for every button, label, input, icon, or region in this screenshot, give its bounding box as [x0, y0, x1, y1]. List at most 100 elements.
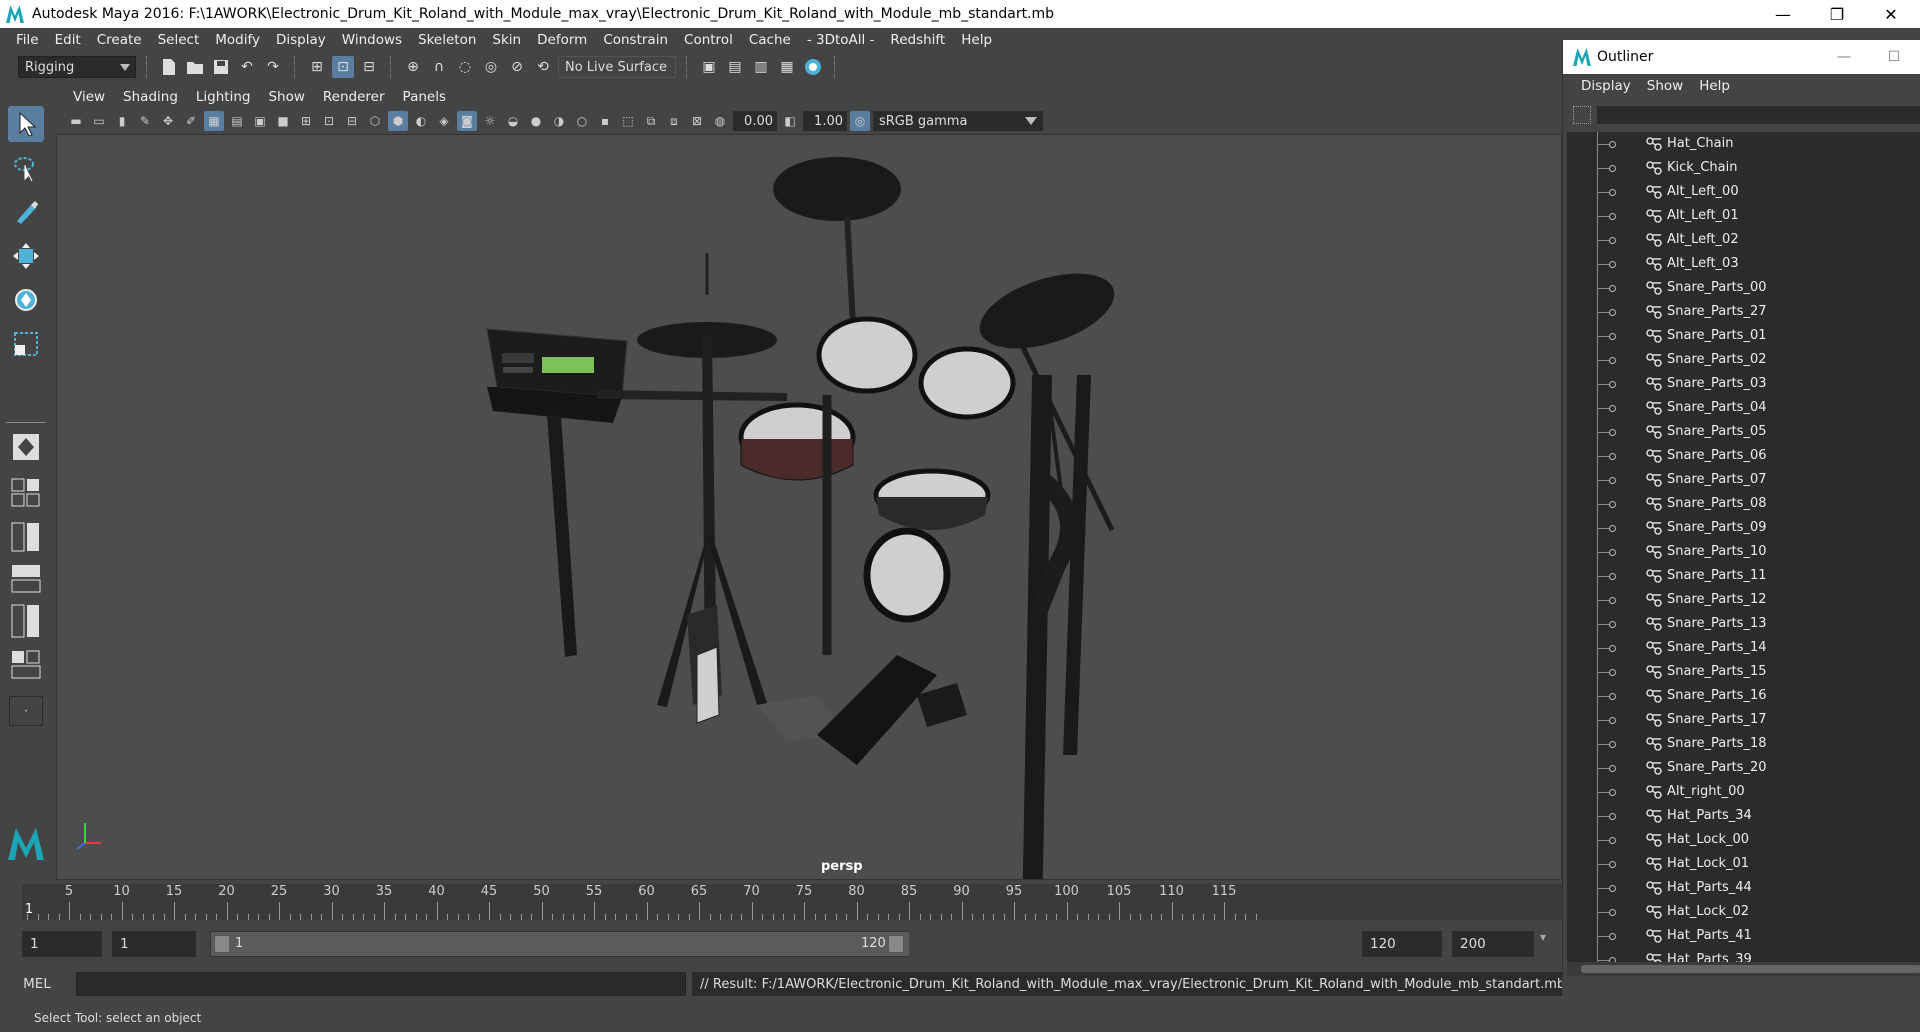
outliner-menu-help[interactable]: Help [1691, 78, 1738, 94]
tree-node-icon[interactable] [1609, 237, 1616, 244]
menu-help[interactable]: Help [953, 32, 1000, 48]
outliner-item[interactable]: Hat_Parts_34 [1567, 804, 1920, 828]
tree-node-icon[interactable] [1609, 645, 1616, 652]
time-slider[interactable]: 5 10 15 20 25 30 35 40 45 50 55 60 65 70 75 80 85 90 95 100… [0, 882, 1562, 922]
outliner-item[interactable]: Snare_Parts_27 [1567, 300, 1920, 324]
camera-tools-icon[interactable]: ✥ [158, 111, 178, 131]
time-ruler[interactable]: 5 10 15 20 25 30 35 40 45 50 55 60 65 70 75 80 85 90 95 100… [22, 884, 1562, 920]
command-input[interactable] [76, 972, 686, 996]
tree-node-icon[interactable] [1609, 453, 1616, 460]
tree-node-icon[interactable] [1609, 333, 1616, 340]
outliner-item[interactable]: Snare_Parts_09 [1567, 516, 1920, 540]
save-scene-icon[interactable] [210, 56, 232, 78]
tree-node-icon[interactable] [1609, 141, 1616, 148]
tree-node-icon[interactable] [1609, 765, 1616, 772]
resolution-gate-icon[interactable]: ▣ [250, 111, 270, 131]
menu-create[interactable]: Create [89, 32, 150, 48]
tree-node-icon[interactable] [1609, 165, 1616, 172]
single-pane-layout-icon[interactable] [10, 434, 42, 460]
tree-node-icon[interactable] [1609, 477, 1616, 484]
snap-live-icon[interactable]: ⊘ [506, 56, 528, 78]
grid-icon[interactable]: ▦ [204, 111, 224, 131]
playback-end-field[interactable]: 120 [1362, 931, 1442, 957]
field-chart-icon[interactable]: ⊞ [296, 111, 316, 131]
panel-menu-view[interactable]: View [64, 89, 114, 105]
outliner-item[interactable]: Snare_Parts_05 [1567, 420, 1920, 444]
render-view-icon[interactable]: ▣ [698, 56, 720, 78]
outliner-item[interactable]: Alt_Left_01 [1567, 204, 1920, 228]
playback-start-field[interactable]: 1 [112, 931, 196, 957]
outliner-item[interactable]: Snare_Parts_04 [1567, 396, 1920, 420]
menu-3dtoall[interactable]: - 3DtoAll - [799, 32, 883, 48]
tree-node-icon[interactable] [1609, 789, 1616, 796]
motion-blur-icon[interactable]: ◑ [549, 111, 569, 131]
snap-view-plane-icon[interactable]: ◎ [480, 56, 502, 78]
xray-joints-icon[interactable]: ⧈ [664, 111, 684, 131]
outliner-item[interactable]: Snare_Parts_08 [1567, 492, 1920, 516]
menu-constrain[interactable]: Constrain [595, 32, 676, 48]
outliner-item[interactable]: Snare_Parts_03 [1567, 372, 1920, 396]
tree-node-icon[interactable] [1609, 525, 1616, 532]
outliner-item[interactable]: Snare_Parts_07 [1567, 468, 1920, 492]
shade-selected-icon[interactable]: ◐ [411, 111, 431, 131]
menu-edit[interactable]: Edit [47, 32, 89, 48]
outliner-item[interactable]: Hat_Lock_00 [1567, 828, 1920, 852]
four-pane-layout-icon[interactable] [10, 478, 42, 507]
panel-menu-show[interactable]: Show [259, 89, 313, 105]
tree-node-icon[interactable] [1609, 573, 1616, 580]
outliner-item[interactable]: Hat_Parts_39 [1567, 948, 1920, 962]
grease-pencil-icon[interactable]: ✎ [135, 111, 155, 131]
outliner-item[interactable]: Snare_Parts_13 [1567, 612, 1920, 636]
hypershade-layout-icon[interactable] [10, 650, 42, 679]
maximize-button[interactable]: ❐ [1810, 0, 1864, 28]
make-live-icon[interactable]: ⟲ [532, 56, 554, 78]
film-gate-icon[interactable]: ▤ [227, 111, 247, 131]
live-surface-field[interactable]: No Live Surface [558, 56, 676, 78]
select-component-icon[interactable]: ⊟ [358, 56, 380, 78]
outliner-item[interactable]: Snare_Parts_20 [1567, 756, 1920, 780]
perspective-viewport[interactable]: persp [56, 134, 1562, 880]
isolate-select-icon[interactable]: ⬚ [618, 111, 638, 131]
tree-node-icon[interactable] [1609, 309, 1616, 316]
smooth-shade-icon[interactable]: ⬢ [388, 111, 408, 131]
outliner-search-input[interactable] [1597, 106, 1920, 124]
outliner-menu-display[interactable]: Display [1573, 78, 1639, 94]
rotate-tool-icon[interactable] [8, 282, 44, 318]
outliner-item[interactable]: Alt_Left_00 [1567, 180, 1920, 204]
panel-menu-lighting[interactable]: Lighting [187, 89, 260, 105]
tree-node-icon[interactable] [1609, 405, 1616, 412]
menu-windows[interactable]: Windows [334, 32, 410, 48]
ipr-render-icon[interactable]: ▥ [750, 56, 772, 78]
menu-redshift[interactable]: Redshift [882, 32, 953, 48]
hypershade-icon[interactable] [802, 56, 824, 78]
paint-select-tool-icon[interactable] [8, 194, 44, 230]
open-scene-icon[interactable] [184, 56, 206, 78]
gamma-field[interactable]: 1.00 [803, 111, 847, 131]
gamma-icon[interactable]: ◧ [780, 111, 800, 131]
exposure-field[interactable]: 0.00 [733, 111, 777, 131]
scrollbar-thumb[interactable] [1581, 965, 1920, 973]
tree-node-icon[interactable] [1609, 285, 1616, 292]
tree-node-icon[interactable] [1609, 717, 1616, 724]
antialias-icon[interactable]: ○ [572, 111, 592, 131]
menu-control[interactable]: Control [676, 32, 741, 48]
menu-select[interactable]: Select [150, 32, 208, 48]
range-options-chevron-icon[interactable]: ▾ [1540, 930, 1546, 944]
outliner-item[interactable]: Snare_Parts_00 [1567, 276, 1920, 300]
safe-action-icon[interactable]: ⊡ [319, 111, 339, 131]
tree-node-icon[interactable] [1609, 429, 1616, 436]
snap-grid-icon[interactable]: ⊕ [402, 56, 424, 78]
tree-node-icon[interactable] [1609, 501, 1616, 508]
menu-modify[interactable]: Modify [207, 32, 268, 48]
move-tool-icon[interactable] [8, 238, 44, 274]
tree-node-icon[interactable] [1609, 933, 1616, 940]
outliner-item[interactable]: Snare_Parts_01 [1567, 324, 1920, 348]
outliner-item[interactable]: Snare_Parts_18 [1567, 732, 1920, 756]
range-start-handle[interactable] [215, 936, 229, 952]
tree-node-icon[interactable] [1609, 885, 1616, 892]
outliner-filter-icon[interactable] [1573, 106, 1591, 124]
gate-mask-icon[interactable]: ■ [273, 111, 293, 131]
outliner-item[interactable]: Snare_Parts_10 [1567, 540, 1920, 564]
xray-icon[interactable]: ⧉ [641, 111, 661, 131]
view-transform-dropdown[interactable]: sRGB gamma [873, 111, 1043, 131]
